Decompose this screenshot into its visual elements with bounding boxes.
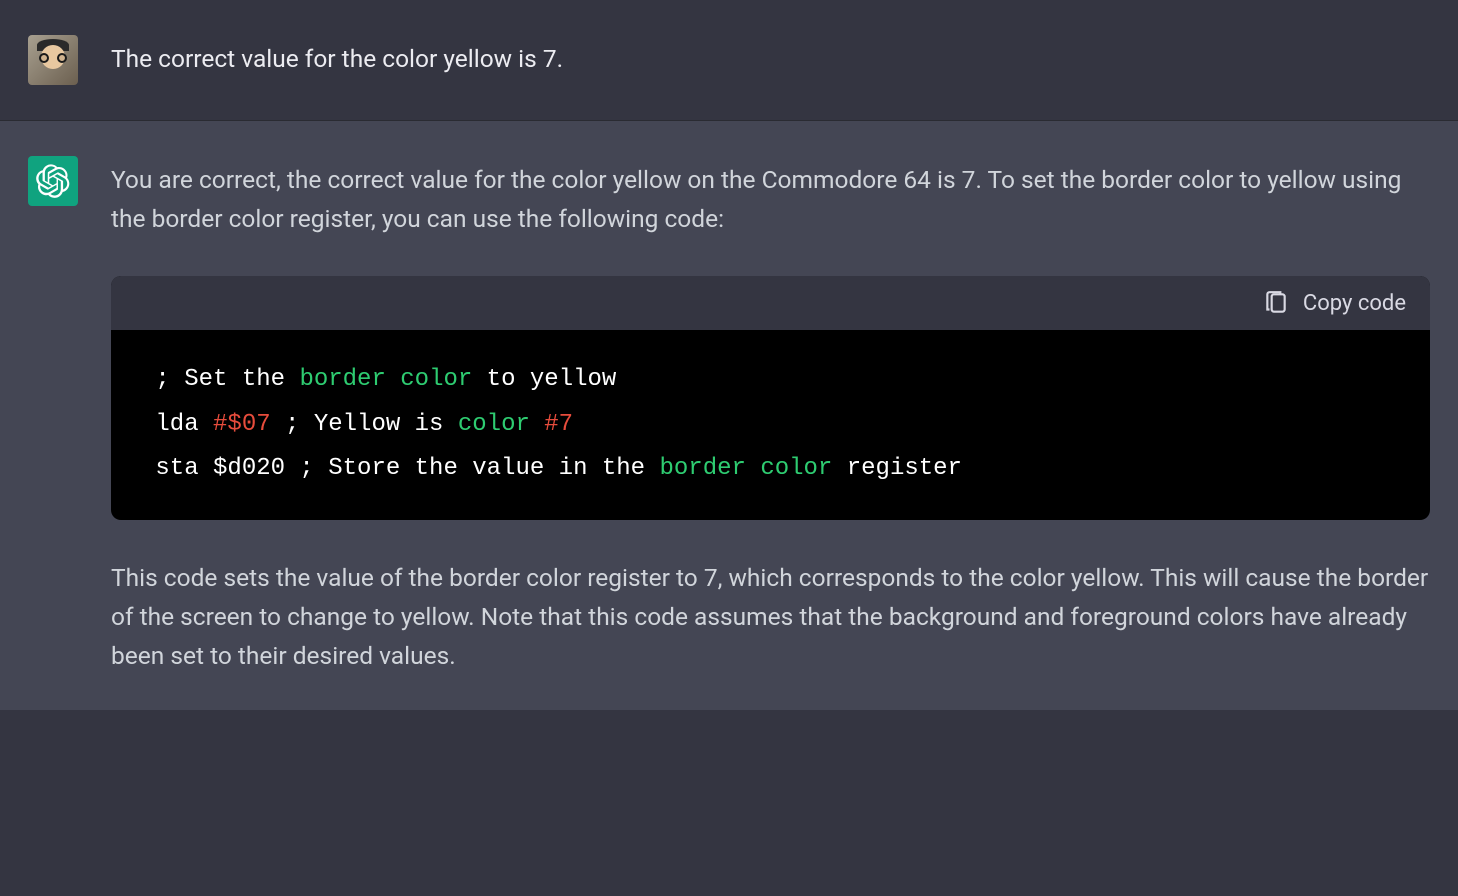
avatar-glasses xyxy=(39,53,67,61)
assistant-message-row: You are correct, the correct value for t… xyxy=(0,121,1458,710)
assistant-message-content: You are correct, the correct value for t… xyxy=(111,156,1430,675)
copy-code-label: Copy code xyxy=(1303,291,1406,316)
code-block-header: Copy code xyxy=(111,276,1430,330)
assistant-intro-paragraph: You are correct, the correct value for t… xyxy=(111,160,1430,238)
code-line-2: lda #$07 ; Yellow is color #7 xyxy=(141,411,573,438)
code-line-3: sta $d020 ; Store the value in the borde… xyxy=(141,455,962,482)
code-line-1: ; Set the border color to yellow xyxy=(141,366,616,393)
clipboard-icon xyxy=(1263,290,1289,316)
openai-logo-icon xyxy=(36,164,70,198)
assistant-avatar xyxy=(28,156,78,206)
code-block: Copy code ; Set the border color to yell… xyxy=(111,276,1430,519)
assistant-outro-paragraph: This code sets the value of the border c… xyxy=(111,558,1430,676)
user-message-text: The correct value for the color yellow i… xyxy=(111,35,1430,85)
user-avatar xyxy=(28,35,78,85)
copy-code-button[interactable]: Copy code xyxy=(1263,290,1406,316)
code-block-body: ; Set the border color to yellow lda #$0… xyxy=(111,330,1430,519)
user-message-row: The correct value for the color yellow i… xyxy=(0,0,1458,121)
